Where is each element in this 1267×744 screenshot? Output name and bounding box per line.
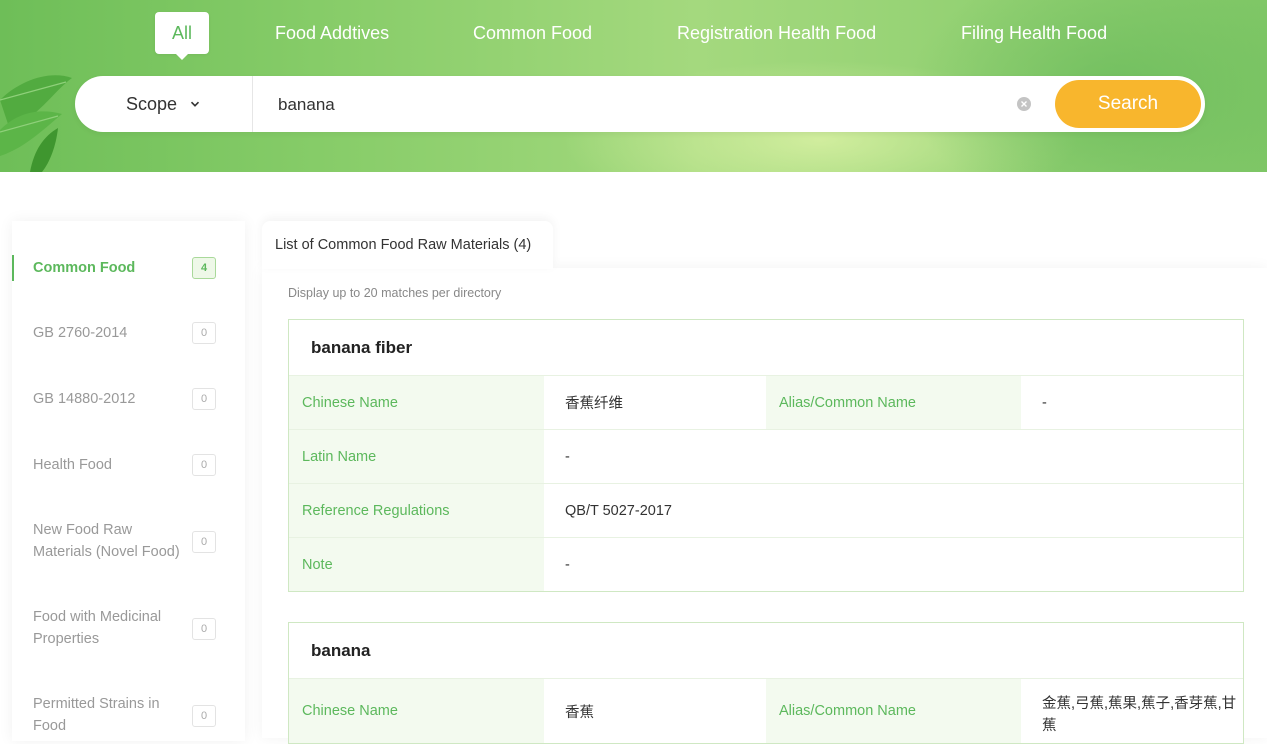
sidebar-item-medicinal-food[interactable]: Food with Medicinal Properties 0: [12, 606, 245, 654]
scope-label: Scope: [125, 93, 178, 114]
field-value: 香蕉: [565, 704, 594, 721]
tab-filing-health-food[interactable]: Filing Health Food: [961, 12, 1107, 54]
results-tab[interactable]: List of Common Food Raw Materials (4): [262, 221, 553, 269]
table-row: Reference Regulations QB/T 5027-2017: [289, 484, 1243, 538]
card-title: banana fiber: [289, 320, 1243, 376]
sidebar-item-gb-2760[interactable]: GB 2760-2014 0: [12, 321, 245, 347]
sidebar-item-label: Health Food: [33, 457, 112, 473]
field-value: -: [565, 448, 570, 465]
table-row: Note -: [289, 538, 1243, 591]
count-badge: 0: [192, 618, 216, 640]
sidebar-item-label: Permitted Strains in Food: [33, 696, 160, 734]
chevron-down-icon: [190, 101, 200, 107]
sidebar-item-label: New Food Raw Materials (Novel Food): [33, 522, 180, 560]
sidebar-item-label: Food with Medicinal Properties: [33, 609, 162, 647]
count-badge: 0: [192, 388, 216, 410]
field-label: Latin Name: [289, 430, 544, 483]
card-title: banana: [289, 623, 1243, 679]
search-input[interactable]: [276, 89, 1000, 121]
count-badge: 4: [192, 257, 216, 279]
field-label: Reference Regulations: [289, 484, 544, 537]
field-label: Alias/Common Name: [766, 376, 1021, 429]
tab-all[interactable]: All: [155, 12, 210, 60]
category-tabs: All Food Addtives Common Food Registrati…: [0, 12, 1267, 60]
leaf-decoration-icon: [0, 75, 72, 172]
field-label: Alias/Common Name: [766, 679, 1021, 743]
field-value: 金蕉,弓蕉,蕉果,蕉子,香芽蕉,甘蕉: [1042, 696, 1237, 734]
clear-icon[interactable]: [1017, 97, 1031, 111]
sidebar-item-label: Common Food: [33, 260, 136, 276]
header-banner: All Food Addtives Common Food Registrati…: [0, 0, 1267, 172]
count-badge: 0: [192, 705, 216, 727]
sidebar-item-common-food[interactable]: Common Food 4: [12, 255, 245, 281]
count-badge: 0: [192, 454, 216, 476]
tab-food-additives[interactable]: Food Addtives: [275, 12, 389, 54]
table-row: Latin Name -: [289, 430, 1243, 484]
field-value: -: [1042, 394, 1047, 411]
table-row: Chinese Name 香蕉纤维 Alias/Common Name -: [289, 376, 1243, 430]
tab-registration-health-food[interactable]: Registration Health Food: [677, 12, 876, 54]
sidebar-item-novel-food[interactable]: New Food Raw Materials (Novel Food) 0: [12, 519, 245, 567]
sidebar-item-gb-14880[interactable]: GB 14880-2012 0: [12, 387, 245, 413]
count-badge: 0: [192, 531, 216, 553]
field-value: 香蕉纤维: [565, 396, 623, 412]
field-label: Chinese Name: [289, 679, 544, 743]
sidebar: Common Food 4 GB 2760-2014 0 GB 14880-20…: [12, 221, 245, 741]
table-row: Chinese Name 香蕉 Alias/Common Name 金蕉,弓蕉,…: [289, 679, 1243, 743]
tab-common-food[interactable]: Common Food: [473, 12, 592, 54]
count-badge: 0: [192, 322, 216, 344]
result-card: banana fiber Chinese Name 香蕉纤维 Alias/Com…: [288, 319, 1244, 592]
sidebar-item-permitted-strains[interactable]: Permitted Strains in Food 0: [12, 693, 245, 741]
results-hint: Display up to 20 matches per directory: [288, 286, 502, 300]
field-value: -: [565, 556, 570, 573]
field-value: QB/T 5027-2017: [565, 502, 672, 519]
field-label: Chinese Name: [289, 376, 544, 429]
sidebar-item-label: GB 2760-2014: [33, 325, 128, 341]
search-button[interactable]: Search: [1055, 80, 1201, 128]
scope-dropdown[interactable]: Scope: [75, 76, 253, 132]
field-label: Note: [289, 538, 544, 591]
search-bar: Scope Search: [75, 76, 1205, 132]
sidebar-item-label: GB 14880-2012: [33, 391, 136, 407]
sidebar-item-health-food[interactable]: Health Food 0: [12, 453, 245, 479]
